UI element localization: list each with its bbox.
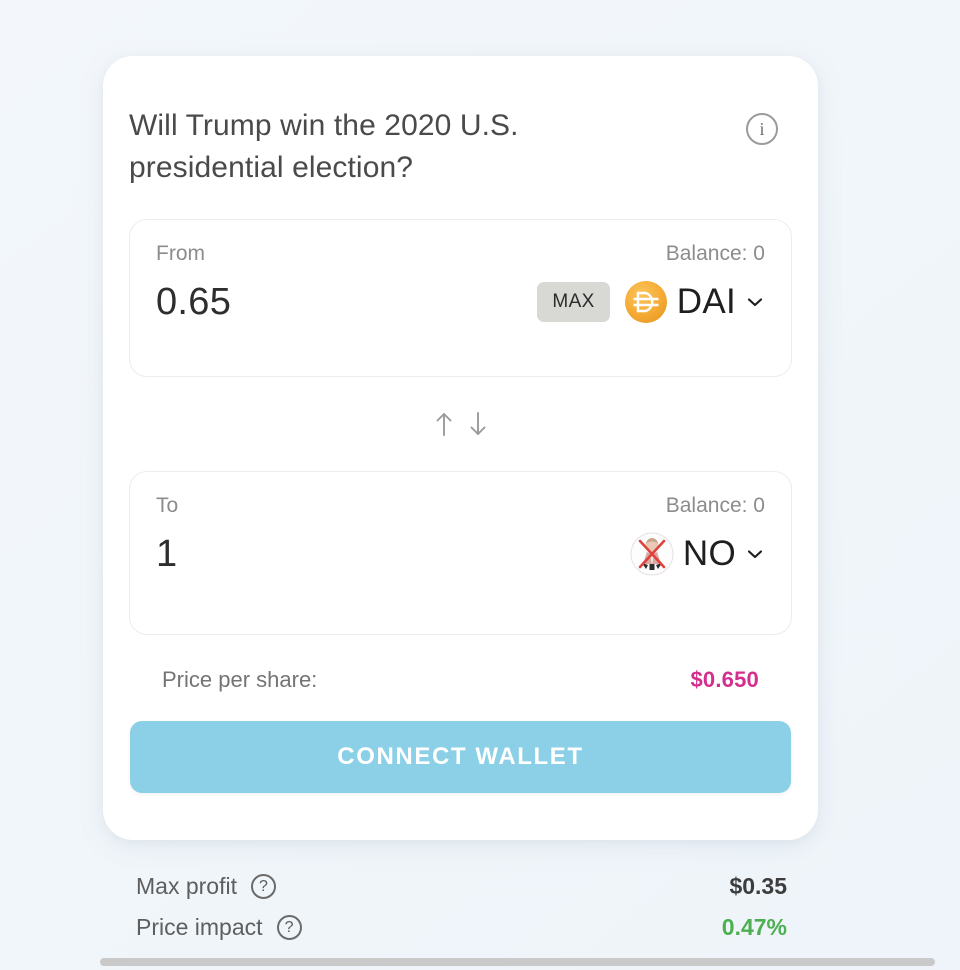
stat-row-max-profit: Max profit ? $0.35 bbox=[136, 866, 787, 907]
market-title-row: Will Trump win the 2020 U.S. presidentia… bbox=[103, 56, 818, 189]
to-input-row: NO bbox=[156, 532, 765, 576]
help-glyph: ? bbox=[284, 918, 294, 936]
question-circle-icon[interactable]: ? bbox=[276, 915, 302, 940]
price-per-share-value: $0.650 bbox=[690, 667, 759, 692]
to-token-symbol: NO bbox=[682, 534, 736, 573]
help-glyph: ? bbox=[259, 877, 268, 895]
from-token-box: From Balance: 0 MAX bbox=[129, 219, 792, 377]
to-label: To bbox=[156, 494, 179, 517]
max-profit-label: Max profit bbox=[136, 873, 237, 899]
from-header-row: From Balance: 0 bbox=[156, 242, 765, 266]
to-token-box: To Balance: 0 1 NO bbox=[129, 471, 792, 635]
trade-summary-stats: Max profit ? $0.35 Price impact ? 0.47% bbox=[136, 866, 787, 948]
max-button[interactable]: MAX bbox=[537, 282, 610, 322]
from-amount-input[interactable] bbox=[156, 280, 496, 324]
chevron-down-icon bbox=[747, 298, 763, 307]
from-token-symbol: DAI bbox=[676, 282, 736, 321]
stat-row-price-impact: Price impact ? 0.47% bbox=[136, 907, 787, 948]
info-circle-icon[interactable]: i bbox=[746, 113, 778, 145]
to-header-row: To Balance: 0 bbox=[156, 494, 765, 518]
from-label: From bbox=[156, 242, 205, 265]
to-token-selector[interactable]: NO bbox=[630, 532, 765, 576]
horizontal-scrollbar[interactable] bbox=[100, 958, 935, 966]
from-input-row: MAX bbox=[156, 280, 765, 324]
swap-direction-toggle[interactable] bbox=[103, 377, 818, 471]
dai-coin-icon bbox=[624, 281, 667, 323]
chevron-down-icon bbox=[747, 550, 763, 559]
max-profit-value: $0.35 bbox=[729, 873, 787, 899]
max-profit-label-group: Max profit ? bbox=[136, 873, 276, 900]
arrow-down-icon bbox=[470, 412, 485, 435]
to-controls: NO bbox=[630, 532, 765, 576]
no-outcome-avatar-icon bbox=[630, 532, 674, 576]
from-controls: MAX DAI bbox=[537, 280, 765, 324]
price-per-share-row: Price per share: $0.650 bbox=[129, 635, 792, 693]
price-impact-label: Price impact bbox=[136, 914, 263, 940]
price-impact-value: 0.47% bbox=[721, 914, 787, 940]
from-balance: Balance: 0 bbox=[665, 242, 765, 265]
arrow-up-icon bbox=[436, 413, 451, 436]
question-circle-icon[interactable]: ? bbox=[250, 874, 276, 899]
connect-wallet-button[interactable]: CONNECT WALLET bbox=[130, 721, 791, 793]
price-impact-label-group: Price impact ? bbox=[136, 914, 302, 941]
info-glyph: i bbox=[759, 119, 765, 139]
from-token-selector[interactable]: DAI bbox=[624, 280, 765, 324]
price-per-share-label: Price per share: bbox=[162, 667, 318, 692]
to-amount-input[interactable] bbox=[156, 532, 496, 576]
page-title: Will Trump win the 2020 U.S. presidentia… bbox=[129, 109, 519, 184]
to-balance: Balance: 0 bbox=[665, 494, 765, 517]
swap-card: Will Trump win the 2020 U.S. presidentia… bbox=[103, 56, 818, 840]
